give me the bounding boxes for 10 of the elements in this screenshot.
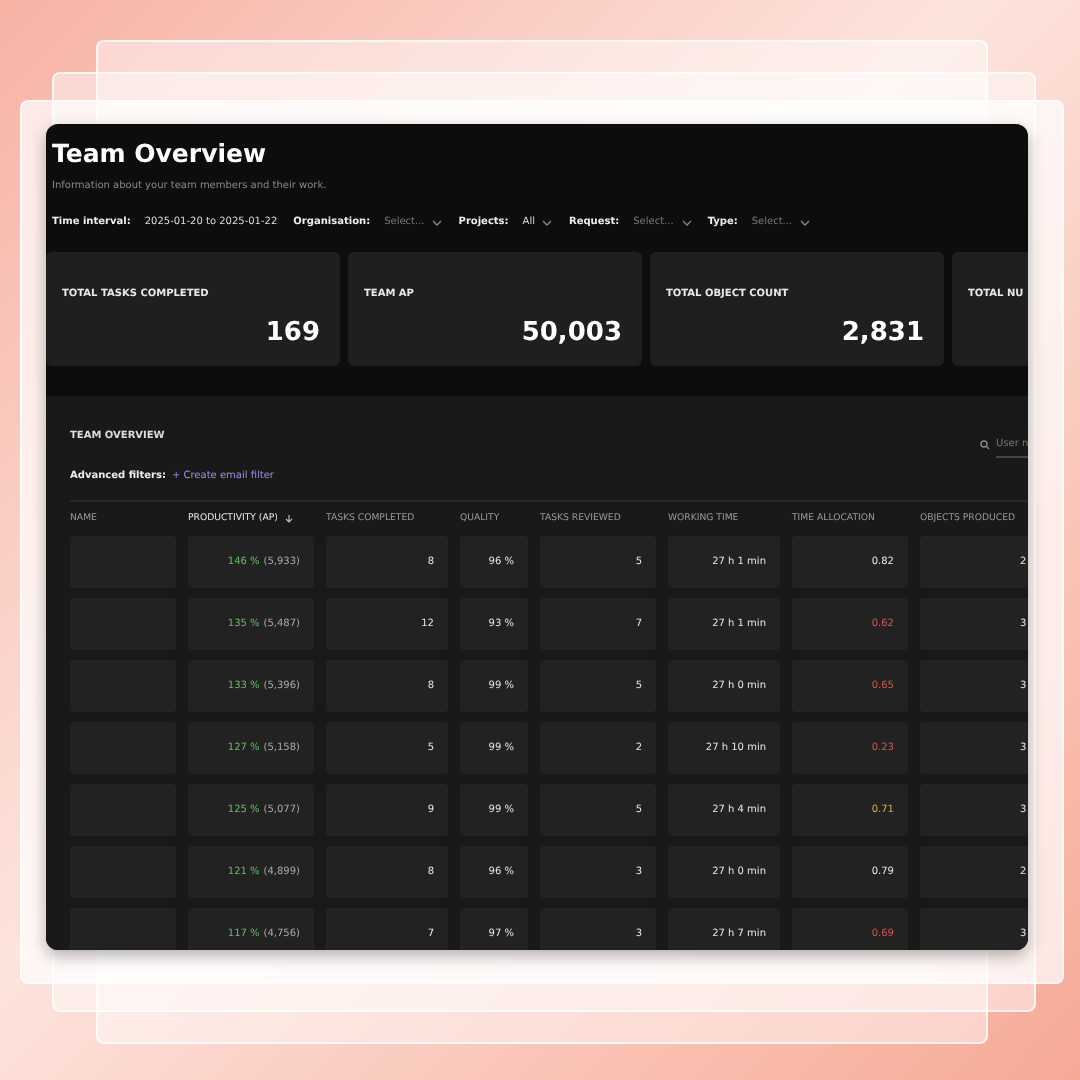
stat-value: 169	[265, 318, 320, 348]
chevron-icon	[681, 219, 692, 225]
stat-value: 2,831	[841, 318, 924, 348]
page-title: Team Overview	[52, 138, 267, 168]
search-icon	[980, 440, 990, 450]
chevron-icon	[542, 219, 553, 225]
chevron-icon	[800, 219, 811, 225]
chevron-icon	[432, 219, 443, 225]
stat-value: 50,003	[521, 318, 622, 348]
sort-arrow-icon[interactable]	[283, 514, 294, 524]
